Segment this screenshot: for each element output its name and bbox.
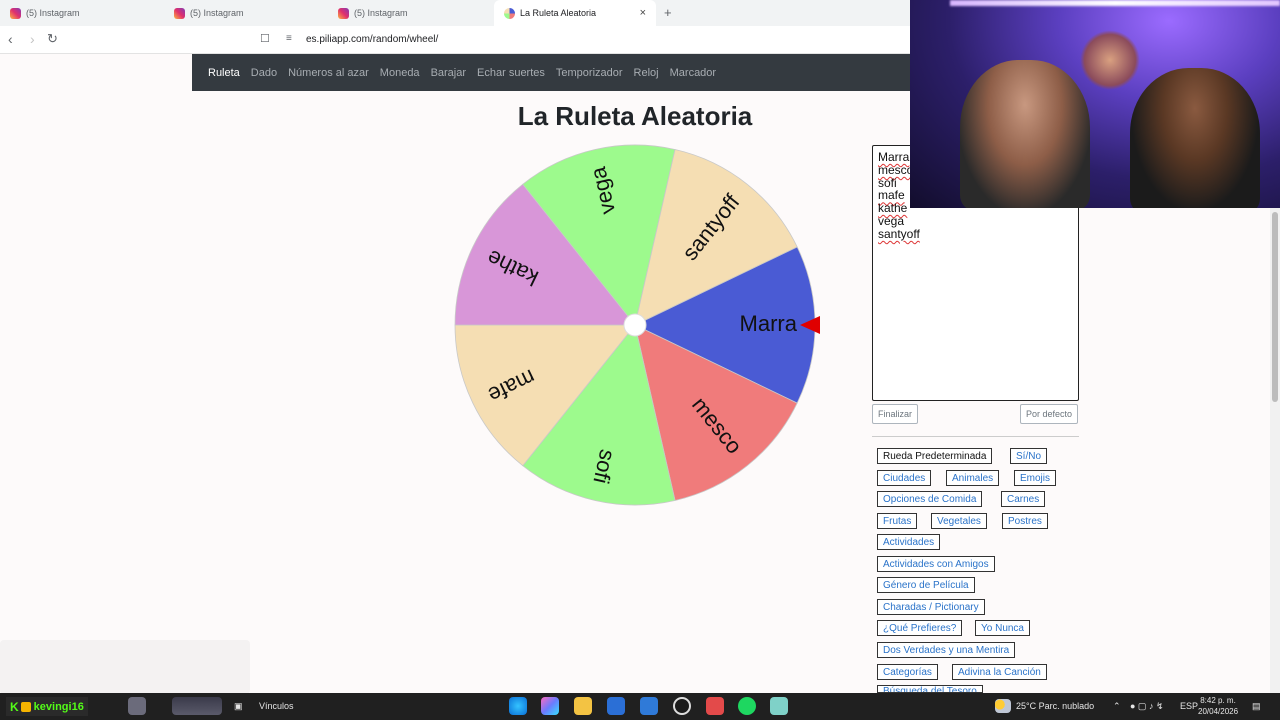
tab-label: La Ruleta Aleatoria bbox=[520, 8, 597, 18]
instagram-icon bbox=[10, 7, 21, 19]
preset-animales[interactable]: Animales bbox=[946, 470, 1000, 486]
preset-postres[interactable]: Postres bbox=[1002, 513, 1048, 529]
notes-icon[interactable] bbox=[770, 697, 788, 715]
preset-genero-de-pelicula[interactable]: Género de Película bbox=[877, 577, 975, 593]
default-button[interactable]: Por defecto bbox=[1020, 404, 1079, 424]
site-navbar: Ruleta Dado Números al azar Moneda Baraj… bbox=[192, 54, 910, 91]
wheel-segment-label: Marra bbox=[740, 311, 798, 336]
nav-moneda[interactable]: Moneda bbox=[380, 67, 420, 79]
name-line: vega bbox=[878, 213, 905, 228]
address-bar: ‹ › ↻ ☐ ≡ es.piliapp.com/random/wheel/ bbox=[0, 26, 910, 54]
tab-label: (5) Instagram bbox=[190, 8, 244, 18]
close-tab-icon[interactable]: × bbox=[640, 7, 646, 19]
wheel-center-hub[interactable] bbox=[623, 313, 647, 337]
tab-instagram-2[interactable]: (5) Instagram bbox=[164, 0, 328, 26]
preset-dos-verdades[interactable]: Dos Verdades y una Mentira bbox=[877, 642, 1016, 658]
clock-time: 8:42 p. m. bbox=[1200, 696, 1236, 705]
preset-emojis[interactable]: Emojis bbox=[1014, 470, 1057, 486]
notifications-icon[interactable]: ▤ bbox=[1252, 701, 1261, 712]
spotify-icon[interactable] bbox=[738, 697, 756, 715]
avatar-icon[interactable] bbox=[128, 697, 146, 715]
preset-adivina-la-cancion[interactable]: Adivina la Canción bbox=[952, 664, 1047, 680]
name-line: santyoff bbox=[878, 226, 920, 241]
preset-vegetales[interactable]: Vegetales bbox=[931, 513, 987, 529]
led-strip bbox=[950, 0, 1280, 6]
kick-username: kevingi16 bbox=[33, 700, 84, 713]
nav-reloj[interactable]: Reloj bbox=[634, 67, 659, 79]
notification-panel bbox=[0, 640, 250, 694]
scrollbar-thumb[interactable] bbox=[1272, 212, 1278, 402]
wheel-favicon-icon bbox=[504, 7, 515, 19]
preset-yo-nunca[interactable]: Yo Nunca bbox=[975, 620, 1030, 636]
store-icon[interactable] bbox=[607, 697, 625, 715]
finish-button[interactable]: Finalizar bbox=[872, 404, 919, 424]
tab-ruleta-aleatoria[interactable]: La Ruleta Aleatoria × bbox=[494, 0, 656, 26]
page-title: La Ruleta Aleatoria bbox=[517, 101, 753, 131]
preset-categorias[interactable]: Categorías bbox=[877, 664, 938, 680]
app-icon[interactable] bbox=[706, 697, 724, 715]
weather-icon[interactable] bbox=[995, 699, 1011, 713]
site-info-icon[interactable]: ≡ bbox=[286, 33, 292, 44]
reload-icon[interactable]: ↻ bbox=[47, 31, 58, 47]
tray-icons[interactable]: ● ▢ ♪ ↯ bbox=[1130, 701, 1163, 712]
streamer-left bbox=[960, 60, 1090, 208]
nav-marcador[interactable]: Marcador bbox=[670, 67, 716, 79]
preset-charadas-pictionary[interactable]: Charadas / Pictionary bbox=[877, 599, 985, 615]
tab-instagram-1[interactable]: (5) Instagram bbox=[0, 0, 164, 26]
kick-user-badge: K kevingi16 bbox=[6, 697, 88, 716]
nav-barajar[interactable]: Barajar bbox=[431, 67, 466, 79]
preset-actividades[interactable]: Actividades bbox=[877, 534, 941, 550]
wall-poster bbox=[1080, 30, 1140, 90]
preset-ciudades[interactable]: Ciudades bbox=[877, 470, 932, 486]
window-thumbnail-icon[interactable] bbox=[172, 697, 222, 715]
nav-dado[interactable]: Dado bbox=[251, 67, 277, 79]
instagram-icon bbox=[338, 7, 349, 19]
browser-tab-strip: (5) Instagram (5) Instagram (5) Instagra… bbox=[0, 0, 910, 26]
file-explorer-icon[interactable] bbox=[574, 697, 592, 715]
tray-chevron-icon[interactable]: ⌃ bbox=[1113, 701, 1121, 712]
language-indicator[interactable]: ESP bbox=[1180, 701, 1198, 711]
preset-actividades-con-amigos[interactable]: Actividades con Amigos bbox=[877, 556, 995, 572]
obs-icon[interactable] bbox=[673, 697, 691, 715]
nav-ruleta[interactable]: Ruleta bbox=[208, 67, 240, 79]
copilot-icon[interactable] bbox=[541, 697, 559, 715]
task-view-icon[interactable]: ▣ bbox=[234, 701, 243, 712]
tab-instagram-3[interactable]: (5) Instagram bbox=[328, 0, 492, 26]
tab-label: (5) Instagram bbox=[354, 8, 408, 18]
tab-label: (5) Instagram bbox=[26, 8, 80, 18]
bookmark-icon[interactable]: ☐ bbox=[260, 32, 270, 45]
nav-numeros-al-azar[interactable]: Números al azar bbox=[288, 67, 369, 79]
spin-wheel[interactable]: Marramescosofimafekathevega santyoff bbox=[450, 140, 820, 510]
preset-frutas[interactable]: Frutas bbox=[877, 513, 918, 529]
forward-arrow-icon[interactable]: › bbox=[30, 31, 35, 47]
back-arrow-icon[interactable]: ‹ bbox=[8, 31, 13, 47]
preset-busqueda-del-tesoro[interactable]: Búsqueda del Tesoro bbox=[877, 685, 983, 693]
streamer-right bbox=[1130, 68, 1260, 208]
url-text[interactable]: es.piliapp.com/random/wheel/ bbox=[306, 34, 438, 45]
links-toolbar[interactable]: Vínculos bbox=[259, 701, 294, 711]
preset-si-no[interactable]: Sí/No bbox=[1010, 448, 1048, 464]
divider bbox=[872, 436, 1079, 437]
edge-icon[interactable] bbox=[509, 697, 527, 715]
mail-icon[interactable] bbox=[640, 697, 658, 715]
instagram-icon bbox=[174, 7, 185, 19]
webcam-overlay bbox=[910, 0, 1280, 208]
badge-icon bbox=[20, 701, 31, 712]
preset-opciones-de-comida[interactable]: Opciones de Comida bbox=[877, 491, 983, 507]
weather-text[interactable]: 25°C Parc. nublado bbox=[1016, 701, 1094, 711]
clock-date: 20/04/2026 bbox=[1198, 707, 1239, 716]
preset-que-prefieres[interactable]: ¿Qué Prefieres? bbox=[877, 620, 963, 636]
nav-echar-suertes[interactable]: Echar suertes bbox=[477, 67, 545, 79]
taskbar-clock[interactable]: 8:42 p. m. 20/04/2026 bbox=[1198, 695, 1238, 717]
new-tab-button[interactable]: + bbox=[664, 5, 672, 20]
preset-rueda-predeterminada[interactable]: Rueda Predeterminada bbox=[877, 448, 993, 464]
kick-logo-icon: K bbox=[10, 699, 19, 714]
nav-temporizador[interactable]: Temporizador bbox=[556, 67, 623, 79]
preset-carnes[interactable]: Carnes bbox=[1001, 491, 1046, 507]
